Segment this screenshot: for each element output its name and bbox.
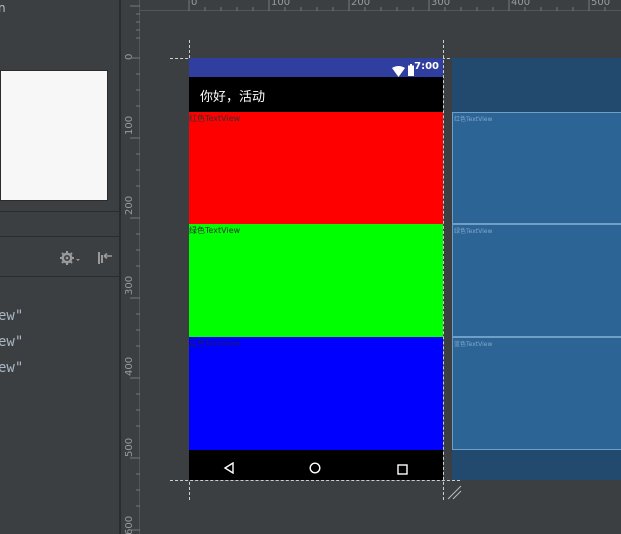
textview-label: 绿色TextView <box>189 226 241 235</box>
textview-label: 红色TextView <box>189 114 241 123</box>
app-bar: 你好，活动 <box>189 77 443 112</box>
textview-label: 蓝色TextView <box>189 339 241 348</box>
ruler-label: 500 <box>591 0 611 8</box>
recents-icon <box>397 460 408 479</box>
ruler-label: 300 <box>431 0 451 8</box>
layout-editor: n ew" ew" ew" 0 100 200 300 400 500 600 … <box>0 0 621 534</box>
horizontal-ruler: 0 100 200 300 400 500 <box>140 0 621 11</box>
device-design-view[interactable]: 7:00 你好，活动 红色TextView 绿色TextView 蓝色TextV… <box>189 58 443 480</box>
textview-blue[interactable]: 蓝色TextView <box>189 337 443 450</box>
ruler-ticks <box>188 0 606 11</box>
left-panel: n ew" ew" ew" <box>0 0 119 534</box>
blueprint-label: 蓝色TextView <box>454 341 493 348</box>
blueprint-textview[interactable]: 蓝色TextView <box>452 337 621 450</box>
ruler-label: 400 <box>511 0 531 8</box>
status-bar: 7:00 <box>189 58 443 77</box>
navigation-bar <box>189 450 443 480</box>
panel-divider <box>0 211 119 212</box>
pin-left-icon[interactable] <box>96 250 114 270</box>
panel-divider <box>0 236 119 237</box>
panel-toolbar <box>60 251 114 269</box>
home-icon <box>309 459 321 478</box>
ruler-label: 200 <box>351 0 371 8</box>
status-time: 7:00 <box>414 61 439 72</box>
back-icon <box>223 459 235 478</box>
blueprint-view[interactable]: 红色TextView 绿色TextView 蓝色TextView <box>452 58 621 480</box>
ruler-label: 0 <box>191 0 198 8</box>
blueprint-textview[interactable]: 绿色TextView <box>452 224 621 337</box>
ruler-label: 100 <box>271 0 291 8</box>
resize-handle-icon[interactable] <box>446 484 462 500</box>
panel-title-fragment: n <box>0 1 6 15</box>
blueprint-label: 绿色TextView <box>454 228 493 235</box>
code-line: ew" <box>0 308 24 324</box>
gear-dropdown-icon[interactable] <box>60 250 82 270</box>
selection-guide <box>443 40 444 500</box>
ruler-ticks <box>130 5 140 531</box>
blueprint-textview[interactable]: 红色TextView <box>452 112 621 224</box>
selection-guide <box>170 480 460 481</box>
blueprint-label: 红色TextView <box>454 116 493 123</box>
component-preview[interactable] <box>0 70 108 201</box>
textview-green[interactable]: 绿色TextView <box>189 224 443 337</box>
vertical-ruler: 0 100 200 300 400 500 600 <box>121 0 140 534</box>
code-line: ew" <box>0 334 24 350</box>
textview-red[interactable]: 红色TextView <box>189 112 443 224</box>
code-line: ew" <box>0 360 24 376</box>
panel-divider <box>0 276 119 277</box>
app-title: 你好，活动 <box>200 90 266 105</box>
